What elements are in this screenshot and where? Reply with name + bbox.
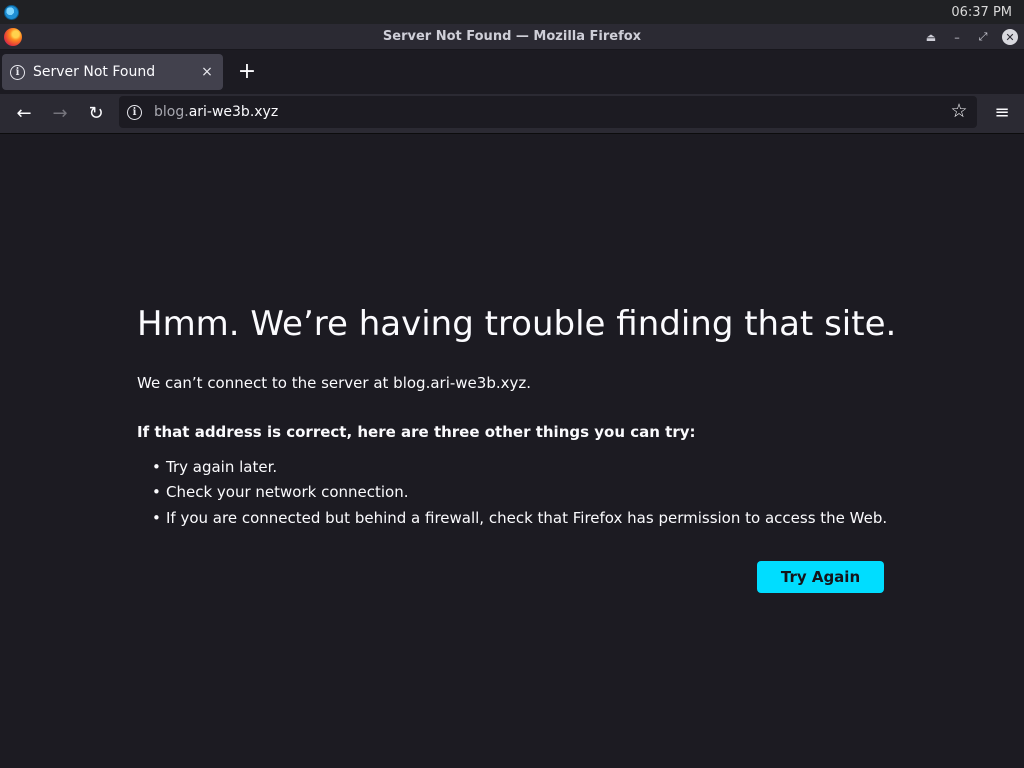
tab-server-not-found[interactable]: i Server Not Found × [2,54,223,90]
keep-above-button[interactable]: ⏏ [920,27,942,47]
try-again-button[interactable]: Try Again [757,561,884,593]
firefox-logo-icon[interactable] [4,28,22,46]
suggestion-text: Check your network connection. [166,483,409,502]
site-info-icon[interactable]: i [127,104,142,120]
suggestions-list: • Try again later. • Check your network co… [152,454,887,531]
window-title: Server Not Found — Mozilla Firefox [382,29,642,44]
hamburger-menu-button[interactable]: ≡ [990,100,1014,124]
navigation-toolbar: ← → ↻ i blog.ari-we3b.xyz ☆ ≡ [0,94,1024,134]
url-domain: ari-we3b.xyz [188,104,279,120]
minimize-button[interactable]: – [946,27,968,47]
list-item: • Try again later. [152,454,887,480]
suggestion-text: Try again later. [166,457,278,476]
suggestions-heading: If that address is correct, here are thr… [137,423,696,441]
window-controls: ⏏ – ⤢ ✕ [920,27,1018,47]
close-window-button[interactable]: ✕ [1002,29,1018,45]
suggestion-text: If you are connected but behind a firewa… [166,508,888,527]
app-launcher-icon[interactable] [4,4,19,20]
error-description: We can’t connect to the server at blog.a… [137,374,531,392]
error-title: Hmm. We’re having trouble finding that s… [137,304,897,344]
reload-button[interactable]: ↻ [78,98,114,130]
window-titlebar[interactable]: Server Not Found — Mozilla Firefox ⏏ – ⤢… [0,24,1024,50]
list-item: • If you are connected but behind a firew… [152,505,887,531]
bullet: • [152,483,161,502]
bookmark-star-icon[interactable]: ☆ [947,100,971,122]
new-tab-button[interactable]: + [235,61,259,83]
bullet: • [152,508,161,527]
tab-strip: i Server Not Found × + [0,50,1024,94]
forward-button[interactable]: → [42,98,78,130]
list-item: • Check your network connection. [152,480,887,506]
info-icon: i [10,64,25,80]
error-page: Hmm. We’re having trouble finding that s… [0,134,1024,768]
url-text[interactable]: blog.ari-we3b.xyz [154,104,278,120]
url-bar[interactable]: i blog.ari-we3b.xyz ☆ [119,96,977,128]
restore-button[interactable]: ⤢ [972,27,994,47]
back-button[interactable]: ← [6,98,42,130]
url-subdomain: blog. [154,104,189,120]
bullet: • [152,457,161,476]
system-panel: 06:37 PM [0,0,1024,24]
tab-label: Server Not Found [33,64,156,80]
tab-close-button[interactable]: × [199,64,215,80]
system-clock[interactable]: 06:37 PM [951,5,1012,20]
